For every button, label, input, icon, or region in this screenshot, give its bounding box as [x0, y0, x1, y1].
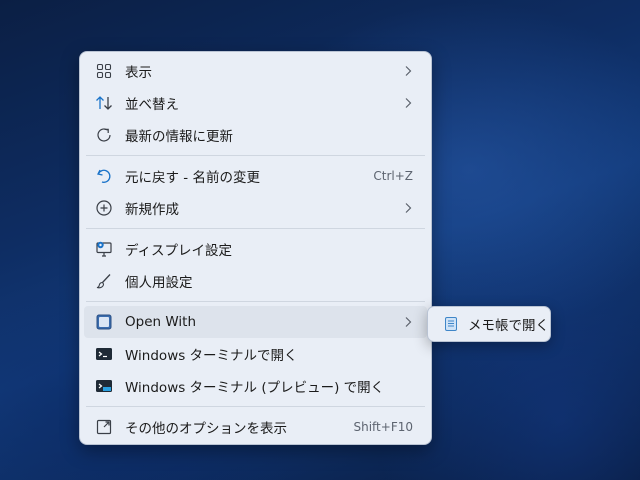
app-window-icon: [94, 312, 114, 332]
chevron-right-icon: [403, 315, 413, 329]
menu-item-undo-rename[interactable]: 元に戻す - 名前の変更 Ctrl+Z: [84, 160, 427, 192]
menu-item-label: 新規作成: [125, 202, 179, 218]
menu-item-more-options[interactable]: その他のオプションを表示 Shift+F10: [84, 411, 427, 443]
chevron-right-icon: [403, 96, 413, 110]
add-circle-icon: [94, 198, 114, 218]
menu-item-label: Open With: [125, 314, 197, 330]
open-with-submenu: メモ帳で開く: [427, 306, 551, 342]
menu-item-label: 表示: [125, 65, 152, 81]
undo-icon: [94, 166, 114, 186]
chevron-right-icon: [403, 201, 413, 215]
menu-item-label: ディスプレイ設定: [125, 243, 233, 259]
menu-item-display-settings[interactable]: ディスプレイ設定: [84, 233, 427, 265]
menu-item-label: 並べ替え: [125, 97, 179, 113]
menu-item-open-terminal-preview[interactable]: Windows ターミナル (プレビュー) で開く: [84, 370, 427, 402]
menu-item-label: Windows ターミナルで開く: [125, 348, 298, 364]
refresh-icon: [94, 125, 114, 145]
sort-arrows-icon: [94, 93, 114, 113]
menu-item-personalize[interactable]: 個人用設定: [84, 265, 427, 297]
keyboard-shortcut: Shift+F10: [353, 420, 413, 434]
menu-separator: [86, 301, 425, 302]
menu-item-open-with[interactable]: Open With: [84, 306, 427, 338]
menu-item-label: 最新の情報に更新: [125, 129, 233, 145]
submenu-item-label: メモ帳で開く: [468, 318, 549, 334]
menu-item-label: 個人用設定: [125, 275, 193, 291]
menu-separator: [86, 155, 425, 156]
menu-separator: [86, 228, 425, 229]
submenu-item-open-notepad[interactable]: メモ帳で開く: [431, 309, 549, 339]
notepad-icon: [443, 314, 459, 334]
brush-icon: [94, 271, 114, 291]
keyboard-shortcut: Ctrl+Z: [373, 169, 413, 183]
chevron-right-icon: [403, 64, 413, 78]
more-options-icon: [94, 417, 114, 437]
menu-item-view[interactable]: 表示: [84, 55, 427, 87]
context-menu: 表示 並べ替え 最新の情報に更新 元に戻す - 名前の変更 Ctrl+Z 新規作…: [79, 51, 432, 445]
menu-item-new[interactable]: 新規作成: [84, 192, 427, 224]
menu-item-refresh[interactable]: 最新の情報に更新: [84, 119, 427, 151]
menu-item-sort[interactable]: 並べ替え: [84, 87, 427, 119]
grid-view-icon: [94, 61, 114, 81]
menu-item-open-terminal[interactable]: Windows ターミナルで開く: [84, 338, 427, 370]
menu-separator: [86, 406, 425, 407]
menu-item-label: Windows ターミナル (プレビュー) で開く: [125, 380, 385, 396]
terminal-icon: [94, 344, 114, 364]
terminal-preview-icon: [94, 376, 114, 396]
display-settings-icon: [94, 239, 114, 259]
